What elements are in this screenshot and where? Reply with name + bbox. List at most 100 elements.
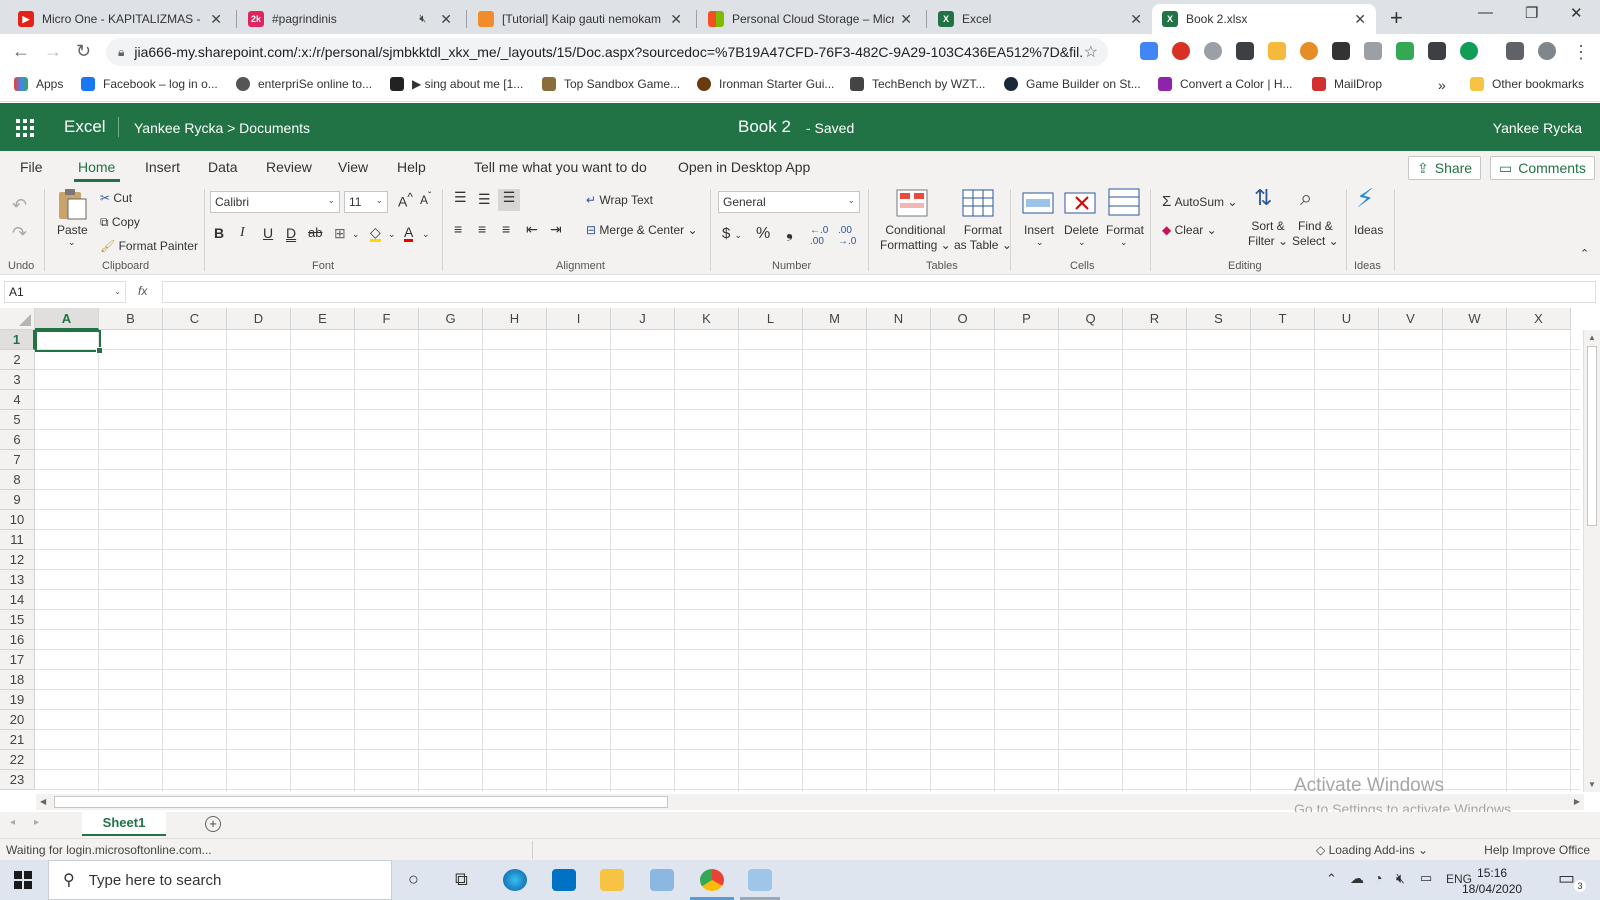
row-header[interactable]: 1 [0, 330, 35, 350]
conditional-formatting-icon[interactable] [896, 189, 928, 223]
align-bottom-icon[interactable]: ☰ [498, 189, 520, 211]
app-icon[interactable] [650, 869, 674, 891]
app-icon[interactable] [748, 869, 772, 891]
column-header[interactable]: W [1443, 308, 1507, 330]
browser-tab-excel[interactable]: X Excel ✕ [928, 4, 1152, 34]
chevron-down-icon[interactable]: ⌄ [1036, 237, 1044, 248]
autosum-button[interactable]: Σ AutoSum ⌄ [1162, 193, 1237, 210]
row-header[interactable]: 23 [0, 770, 35, 790]
column-header[interactable]: P [995, 308, 1059, 330]
url-text[interactable]: jia666-my.sharepoint.com/:x:/r/personal/… [134, 44, 1083, 60]
paste-icon[interactable] [56, 187, 88, 221]
extension-icon[interactable] [1364, 42, 1382, 60]
scroll-down-icon[interactable]: ▼ [1588, 780, 1596, 789]
format-as-table-button[interactable]: Format as Table ⌄ [954, 223, 1012, 253]
column-header[interactable]: V [1379, 308, 1443, 330]
align-center-icon[interactable]: ≡ [478, 221, 486, 237]
extension-icon[interactable] [1396, 42, 1414, 60]
system-clock[interactable]: 15:16 18/04/2020 [1462, 865, 1522, 897]
column-header[interactable]: T [1251, 308, 1315, 330]
row-header[interactable]: 14 [0, 590, 35, 610]
new-tab-button[interactable]: + [1390, 5, 1403, 31]
onedrive-icon[interactable]: ☁︎ [1350, 870, 1364, 887]
active-cell[interactable] [35, 330, 103, 354]
forward-icon[interactable]: → [44, 41, 62, 62]
prev-sheet-icon[interactable]: ◂ [10, 817, 15, 828]
volume-mute-icon[interactable]: 🔇︎ [1396, 870, 1405, 887]
row-header[interactable]: 19 [0, 690, 35, 710]
scroll-left-icon[interactable]: ◀ [40, 797, 46, 806]
decrease-decimal-icon[interactable]: .00 →.0 [838, 225, 856, 247]
notifications-icon[interactable]: ▭ [1558, 868, 1575, 889]
open-desktop-app-button[interactable]: Open in Desktop App [678, 159, 810, 175]
tab-insert[interactable]: Insert [145, 159, 180, 175]
double-underline-icon[interactable]: D [286, 225, 296, 241]
align-right-icon[interactable]: ≡ [502, 221, 510, 237]
stack-extension-icon[interactable] [1236, 42, 1254, 60]
strikethrough-icon[interactable]: ab [308, 225, 322, 240]
column-header[interactable]: C [163, 308, 227, 330]
underline-icon[interactable]: U [263, 225, 273, 241]
align-middle-icon[interactable]: ☰ [478, 191, 491, 208]
browser-tab-youtube[interactable]: ▶ Micro One - KAPITALIZMAS - Y ✕ [8, 4, 232, 34]
tray-chevron-icon[interactable]: ⌃ [1326, 871, 1337, 887]
sort-filter-icon[interactable]: ⇅ [1254, 185, 1272, 211]
wrap-text-button[interactable]: ↵ Wrap Text [586, 193, 653, 207]
merge-center-button[interactable]: ⊟ Merge & Center ⌄ [586, 223, 698, 237]
bookmarks-overflow-icon[interactable]: » [1438, 77, 1446, 93]
find-select-button[interactable]: Find & Select ⌄ [1292, 219, 1339, 249]
cut-button[interactable]: ✂ Cut [100, 191, 132, 205]
mute-icon[interactable]: 🔇︎ [419, 13, 426, 26]
delete-button[interactable]: Delete [1064, 223, 1099, 237]
comments-button[interactable]: ▭ Comments [1490, 156, 1595, 180]
tab-file[interactable]: File [20, 159, 43, 175]
ideas-button[interactable]: Ideas [1354, 223, 1383, 237]
bookmark-maildrop[interactable]: MailDrop [1312, 77, 1382, 91]
extension-icon[interactable] [1460, 42, 1478, 60]
column-header[interactable]: H [483, 308, 547, 330]
tab-home[interactable]: Home [78, 159, 115, 175]
paste-button[interactable]: Paste [57, 223, 88, 237]
increase-decimal-icon[interactable]: ←.0.00 [810, 225, 828, 247]
currency-icon[interactable]: $ ⌄ [722, 225, 742, 242]
extension-icon[interactable] [1204, 42, 1222, 60]
browser-tab-onedrive[interactable]: Personal Cloud Storage – Micro ✕ [698, 4, 922, 34]
cookie-extension-icon[interactable] [1300, 42, 1318, 60]
browser-tab-book2[interactable]: X Book 2.xlsx ✕ [1152, 4, 1376, 34]
chrome-icon[interactable] [700, 869, 724, 891]
bookmark-sandbox[interactable]: Top Sandbox Game... [542, 77, 680, 91]
collapse-ribbon-icon[interactable]: ⌃ [1580, 247, 1589, 260]
document-title[interactable]: Book 2 [738, 117, 791, 137]
find-icon[interactable]: ⌕ [1300, 185, 1312, 211]
row-header[interactable]: 6 [0, 430, 35, 450]
close-tab-icon[interactable]: ✕ [210, 11, 222, 28]
bookmark-game-builder[interactable]: Game Builder on St... [1004, 77, 1141, 91]
share-button[interactable]: ⇪ Share [1408, 156, 1482, 180]
bookmark-facebook[interactable]: Facebook – log in o... [81, 77, 218, 91]
menu-icon[interactable]: ⋮ [1572, 42, 1590, 63]
row-header[interactable]: 13 [0, 570, 35, 590]
media-icon[interactable] [1506, 42, 1524, 60]
tab-help[interactable]: Help [397, 159, 426, 175]
chevron-down-icon[interactable]: ⌄ [1078, 237, 1086, 248]
mail-icon[interactable] [552, 869, 576, 891]
align-top-icon[interactable]: ☰ [454, 189, 467, 206]
increase-font-icon[interactable]: A^ [398, 191, 413, 210]
column-header[interactable]: F [355, 308, 419, 330]
row-header[interactable]: 10 [0, 510, 35, 530]
column-header[interactable]: G [419, 308, 483, 330]
insert-cells-icon[interactable] [1022, 189, 1054, 223]
bold-icon[interactable]: B [214, 225, 224, 241]
close-tab-icon[interactable]: ✕ [670, 11, 682, 28]
next-sheet-icon[interactable]: ▸ [34, 817, 39, 828]
wifi-icon[interactable]: ◔ [1374, 870, 1382, 886]
browser-tab-tutorial[interactable]: [Tutorial] Kaip gauti nemokam ✕ [468, 4, 692, 34]
insert-button[interactable]: Insert [1024, 223, 1054, 237]
app-launcher-icon[interactable] [16, 119, 34, 137]
row-header[interactable]: 12 [0, 550, 35, 570]
font-size-select[interactable]: 11 ⌄ [344, 191, 388, 213]
conditional-formatting-button[interactable]: Conditional Formatting ⌄ [880, 223, 951, 253]
other-bookmarks[interactable]: Other bookmarks [1470, 77, 1584, 91]
italic-icon[interactable]: I [240, 225, 245, 241]
avatar[interactable] [1538, 42, 1556, 60]
